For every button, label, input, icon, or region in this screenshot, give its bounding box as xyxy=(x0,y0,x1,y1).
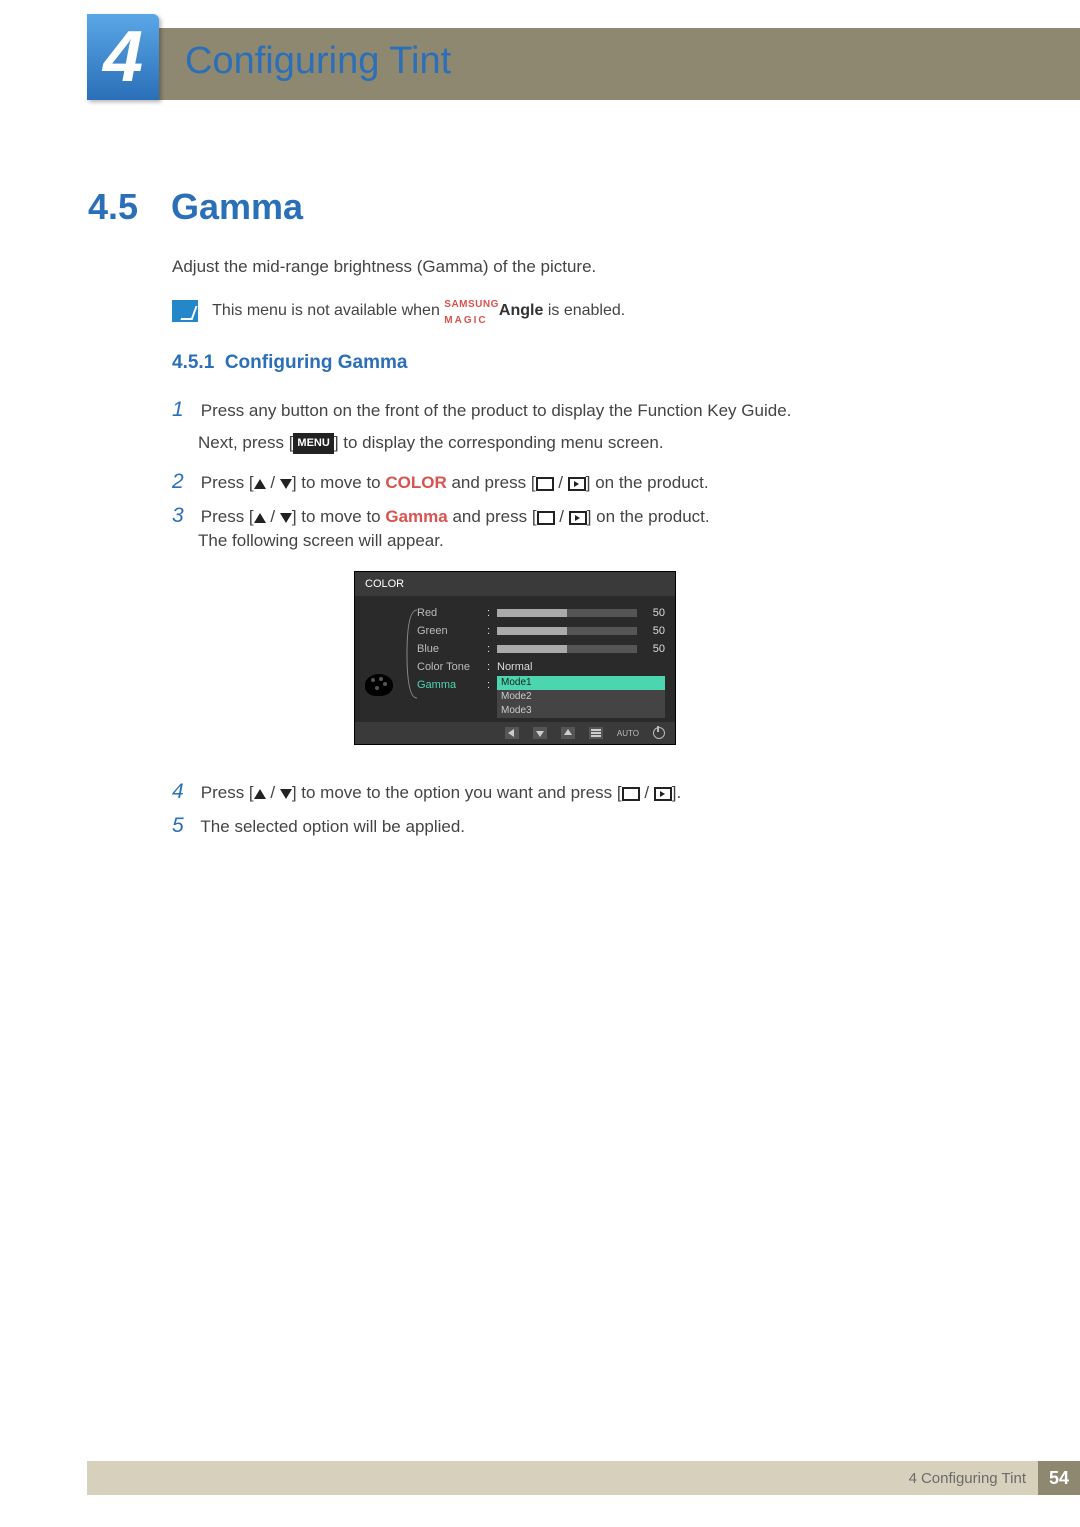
nav-auto-label: AUTO xyxy=(617,729,639,738)
slider-blue xyxy=(497,645,637,653)
rect-icon xyxy=(622,787,640,801)
slider-red xyxy=(497,609,637,617)
highlight-gamma: Gamma xyxy=(385,507,447,526)
highlight-color: COLOR xyxy=(385,473,446,492)
section-intro: Adjust the mid-range brightness (Gamma) … xyxy=(172,257,596,277)
step-text: ] on the product. xyxy=(587,507,710,526)
osd-item-green: Green xyxy=(417,622,487,640)
down-icon xyxy=(280,479,292,489)
value-blue: 50 xyxy=(645,643,665,655)
nav-left-icon xyxy=(505,727,519,739)
step-text: ] on the product. xyxy=(586,473,709,492)
value-red: 50 xyxy=(645,607,665,619)
power-icon xyxy=(653,727,665,739)
menu-button-icon: MENU xyxy=(293,433,333,454)
footer-chapter-label: Configuring Tint xyxy=(921,1470,1026,1487)
up-icon xyxy=(254,789,266,799)
brace-icon xyxy=(405,608,419,700)
subsection-number: 4.5.1 xyxy=(172,352,214,373)
osd-item-red: Red xyxy=(417,604,487,622)
chapter-number-tab: 4 xyxy=(87,14,159,100)
step-text: Press [ xyxy=(201,783,254,802)
osd-item-blue: Blue xyxy=(417,640,487,658)
down-icon xyxy=(280,789,292,799)
gamma-mode-2: Mode2 xyxy=(497,690,665,704)
chapter-title: Configuring Tint xyxy=(185,40,451,83)
gamma-mode-1: Mode1 xyxy=(497,676,665,690)
step-number: 4 xyxy=(172,776,196,808)
step-text: Press any button on the front of the pro… xyxy=(201,401,792,420)
value-green: 50 xyxy=(645,625,665,637)
step-2: 2 Press [ / ] to move to COLOR and press… xyxy=(172,466,709,498)
step-text: and press [ xyxy=(447,473,536,492)
value-colortone: Normal xyxy=(497,661,665,673)
osd-panel: COLOR Red Green Blue Color Tone Gamma ::… xyxy=(355,572,675,744)
osd-labels: Red Green Blue Color Tone Gamma xyxy=(417,604,487,718)
osd-title: COLOR xyxy=(355,572,675,596)
palette-icon xyxy=(365,674,393,696)
step-text: and press [ xyxy=(448,507,537,526)
footer-chapter-number: 4 xyxy=(909,1470,917,1487)
step-number: 5 xyxy=(172,810,196,842)
subsection-heading: 4.5.1 Configuring Gamma xyxy=(172,352,407,374)
divider-line xyxy=(155,245,156,845)
step-number: 3 xyxy=(172,500,196,532)
osd-item-colortone: Color Tone xyxy=(417,658,487,676)
note-text-post: is enabled. xyxy=(548,302,625,319)
note-row: This menu is not available when SAMSUNG … xyxy=(172,295,625,327)
step-3b: The following screen will appear. xyxy=(198,528,444,554)
up-icon xyxy=(254,479,266,489)
footer-bar: 4 Configuring Tint 54 xyxy=(87,1461,1080,1495)
note-icon xyxy=(172,300,198,322)
step-5: 5 The selected option will be applied. xyxy=(172,810,465,842)
step-number: 1 xyxy=(172,394,196,426)
section-title: Gamma xyxy=(171,186,303,228)
step-text: ] to move to xyxy=(292,507,386,526)
rect-icon xyxy=(536,477,554,491)
step-text: The selected option will be applied. xyxy=(200,817,465,836)
step-text: ] to move to xyxy=(292,473,386,492)
step-text: The following screen will appear. xyxy=(198,531,444,550)
gamma-mode-list: Mode1 Mode2 Mode3 xyxy=(497,676,665,718)
enter-icon xyxy=(569,511,587,525)
step-3: 3 Press [ / ] to move to Gamma and press… xyxy=(172,500,710,532)
nav-menu-icon xyxy=(589,727,603,739)
brand-magic: MAGIC xyxy=(444,315,487,326)
brand-samsung: SAMSUNG xyxy=(444,299,499,310)
enter-icon xyxy=(654,787,672,801)
slider-green xyxy=(497,627,637,635)
step-text: Press [ xyxy=(201,507,254,526)
up-icon xyxy=(254,513,266,523)
osd-footer: AUTO xyxy=(355,722,675,744)
step-text: ] to move to the option you want and pre… xyxy=(292,783,622,802)
step-1b: Next, press [MENU] to display the corres… xyxy=(198,430,664,456)
step-4: 4 Press [ / ] to move to the option you … xyxy=(172,776,681,808)
step-number: 2 xyxy=(172,466,196,498)
osd-colon-column: ::::: xyxy=(487,604,497,718)
step-1: 1 Press any button on the front of the p… xyxy=(172,394,791,426)
nav-up-icon xyxy=(561,727,575,739)
step-text: ] to display the corresponding menu scre… xyxy=(334,433,664,452)
brand-angle: Angle xyxy=(499,302,543,319)
osd-icon-column xyxy=(361,604,417,718)
down-icon xyxy=(280,513,292,523)
step-text: Next, press [ xyxy=(198,433,293,452)
osd-item-gamma: Gamma xyxy=(417,676,487,694)
rect-icon xyxy=(537,511,555,525)
footer-page-number: 54 xyxy=(1038,1461,1080,1495)
subsection-title: Configuring Gamma xyxy=(225,352,408,373)
enter-icon xyxy=(568,477,586,491)
note-text-pre: This menu is not available when xyxy=(212,302,444,319)
section-number: 4.5 xyxy=(88,186,138,228)
step-text: ]. xyxy=(672,783,681,802)
osd-values: 50 50 50 Normal Mode1 Mode2 Mode3 xyxy=(497,604,665,718)
gamma-mode-3: Mode3 xyxy=(497,704,665,718)
nav-down-icon xyxy=(533,727,547,739)
step-text: Press [ xyxy=(201,473,254,492)
